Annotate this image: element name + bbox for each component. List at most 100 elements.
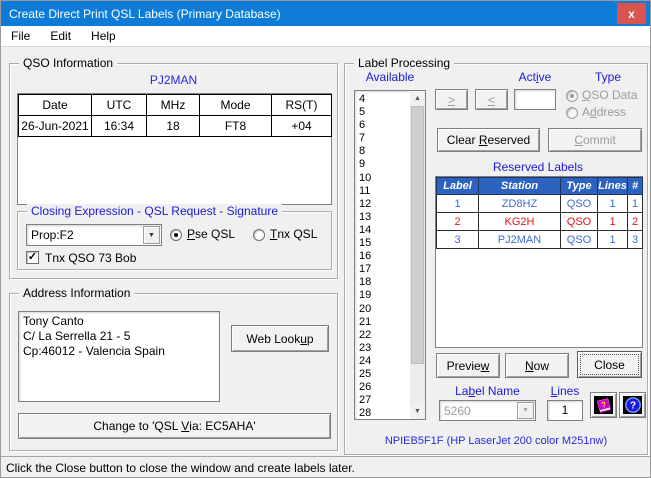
scrollbar-thumb[interactable] xyxy=(411,106,424,364)
menu-edit[interactable]: Edit xyxy=(40,27,81,45)
help-button[interactable]: ? xyxy=(619,392,646,418)
close-button[interactable]: x xyxy=(617,3,646,24)
available-item[interactable]: 4 xyxy=(356,93,409,106)
menu-file[interactable]: File xyxy=(1,27,40,45)
available-item[interactable]: 15 xyxy=(356,237,409,250)
available-item[interactable]: 24 xyxy=(356,355,409,368)
scroll-up-icon[interactable]: ▲ xyxy=(410,91,425,106)
available-scrollbar[interactable]: ▲ ▼ xyxy=(410,91,425,419)
help-book-button[interactable]: ? xyxy=(590,392,617,418)
address-line: Tony Canto xyxy=(23,314,84,328)
radio-address-label: Address xyxy=(582,105,627,119)
available-item[interactable]: 20 xyxy=(356,303,409,316)
closing-expression-value: Prop:F2 xyxy=(31,228,74,242)
reserved-row[interactable]: 2 KG2H QSO 1 2 xyxy=(436,212,643,231)
closing-expression-caption: Closing Expression - QSL Request - Signa… xyxy=(27,204,283,218)
change-qsl-via-button[interactable]: Change to 'QSL Via: EC5AHA' xyxy=(18,413,331,439)
web-lookup-button[interactable]: Web Look u p xyxy=(231,325,329,352)
scroll-down-icon[interactable]: ▼ xyxy=(410,404,425,419)
chevron-down-icon: ▼ xyxy=(148,231,155,239)
available-item[interactable]: 9 xyxy=(356,158,409,171)
available-item[interactable]: 11 xyxy=(356,185,409,198)
signature-checkbox[interactable]: ✓ xyxy=(26,251,39,264)
label-name-combo[interactable]: 5260 ▼ xyxy=(439,400,536,421)
available-item[interactable]: 23 xyxy=(356,342,409,355)
available-item[interactable]: 17 xyxy=(356,263,409,276)
available-item[interactable]: 25 xyxy=(356,368,409,381)
qso-utc: 16:34 xyxy=(91,115,147,137)
available-item[interactable]: 13 xyxy=(356,211,409,224)
available-item[interactable]: 22 xyxy=(356,329,409,342)
closing-expression-combo[interactable]: Prop:F2 ▼ xyxy=(26,224,162,246)
qso-mhz: 18 xyxy=(146,115,200,137)
radio-qso-data[interactable] xyxy=(566,90,578,102)
qso-table: Date UTC MHz Mode RS(T) 26-Jun-2021 16:3… xyxy=(18,94,332,137)
qso-callsign: PJ2MAN xyxy=(149,73,198,87)
reserved-header-row: Label Station Type Lines # xyxy=(436,177,643,195)
reserved-row[interactable]: 3 PJ2MAN QSO 1 3 xyxy=(436,230,643,249)
lines-input[interactable]: 1 xyxy=(547,400,583,421)
title-bar: Create Direct Print QSL Labels (Primary … xyxy=(1,1,650,26)
address-information-caption: Address Information xyxy=(19,286,135,300)
checkmark-icon: ✓ xyxy=(27,251,38,263)
available-item[interactable]: 8 xyxy=(356,145,409,158)
type-label: Type xyxy=(594,70,621,84)
closing-expression-group: Closing Expression - QSL Request - Signa… xyxy=(17,204,332,270)
address-line: C/ La Serrella 21 - 5 xyxy=(23,329,131,343)
commit-button[interactable]: Commit xyxy=(548,128,642,152)
move-left-button[interactable]: < xyxy=(475,89,508,110)
active-input[interactable] xyxy=(514,89,556,110)
combo-dropdown-button[interactable]: ▼ xyxy=(143,226,160,244)
qso-col-utc: UTC xyxy=(91,94,147,116)
label-name-value: 5260 xyxy=(444,404,471,418)
available-label: Available xyxy=(365,70,415,84)
svg-text:?: ? xyxy=(629,401,635,412)
printer-name: NPIEB5F1F (HP LaserJet 200 color M251nw) xyxy=(384,435,608,447)
available-item[interactable]: 16 xyxy=(356,250,409,263)
label-name-label: Label Name xyxy=(455,384,520,398)
radio-pse-qsl[interactable] xyxy=(170,229,182,241)
available-item[interactable]: 21 xyxy=(356,316,409,329)
available-item[interactable]: 14 xyxy=(356,224,409,237)
available-item[interactable]: 10 xyxy=(356,172,409,185)
col-num: # xyxy=(627,177,643,195)
available-item[interactable]: 7 xyxy=(356,132,409,145)
available-listbox[interactable]: 4 5 6 7 8 9 10 11 12 13 14 15 16 17 18 19 20 21 22 23 24 25 26… xyxy=(354,90,426,420)
now-button[interactable]: Now xyxy=(505,353,569,378)
radio-tnx-qsl-label[interactable]: Tnx QSL xyxy=(270,227,317,241)
available-item[interactable]: 6 xyxy=(356,119,409,132)
qso-table-header-row: Date UTC MHz Mode RS(T) xyxy=(18,94,332,116)
radio-address[interactable] xyxy=(566,107,578,119)
available-item[interactable]: 18 xyxy=(356,276,409,289)
available-item[interactable]: 19 xyxy=(356,289,409,302)
signature-checkbox-label[interactable]: Tnx QSO 73 Bob xyxy=(45,251,136,265)
radio-tnx-qsl[interactable] xyxy=(253,229,265,241)
active-label: Active xyxy=(518,70,552,84)
available-item[interactable]: 12 xyxy=(356,198,409,211)
col-station: Station xyxy=(478,177,561,195)
qso-date: 26-Jun-2021 xyxy=(18,115,92,137)
status-bar: Click the Close button to close the wind… xyxy=(1,456,650,477)
reserved-row[interactable]: 1 ZD8HZ QSO 1 1 xyxy=(436,194,643,213)
window: Create Direct Print QSL Labels (Primary … xyxy=(0,0,651,478)
col-type: Type xyxy=(560,177,598,195)
available-item[interactable]: 26 xyxy=(356,381,409,394)
menu-help[interactable]: Help xyxy=(81,27,126,45)
chevron-down-icon: ▼ xyxy=(517,402,534,419)
qso-mode: FT8 xyxy=(199,115,272,137)
reserved-labels-panel: Label Station Type Lines # 1 ZD8HZ QSO 1… xyxy=(435,176,643,348)
available-item[interactable]: 5 xyxy=(356,106,409,119)
reserved-labels-table: Label Station Type Lines # 1 ZD8HZ QSO 1… xyxy=(436,177,643,249)
available-item[interactable]: 27 xyxy=(356,394,409,407)
menu-bar: File Edit Help xyxy=(1,26,650,47)
radio-pse-qsl-label[interactable]: Pse QSL xyxy=(187,227,235,241)
col-lines: Lines xyxy=(597,177,628,195)
clear-reserved-button[interactable]: Clear Reserved xyxy=(437,128,540,152)
qso-col-date: Date xyxy=(18,94,92,116)
available-item[interactable]: 28 xyxy=(356,407,409,418)
qso-col-mode: Mode xyxy=(199,94,272,116)
move-right-button[interactable]: > xyxy=(435,89,468,110)
close-button-main[interactable]: Close xyxy=(577,351,642,378)
preview-button[interactable]: Previe w xyxy=(436,353,500,378)
address-textarea[interactable]: Tony Canto C/ La Serrella 21 - 5 Cp:4601… xyxy=(18,311,220,402)
